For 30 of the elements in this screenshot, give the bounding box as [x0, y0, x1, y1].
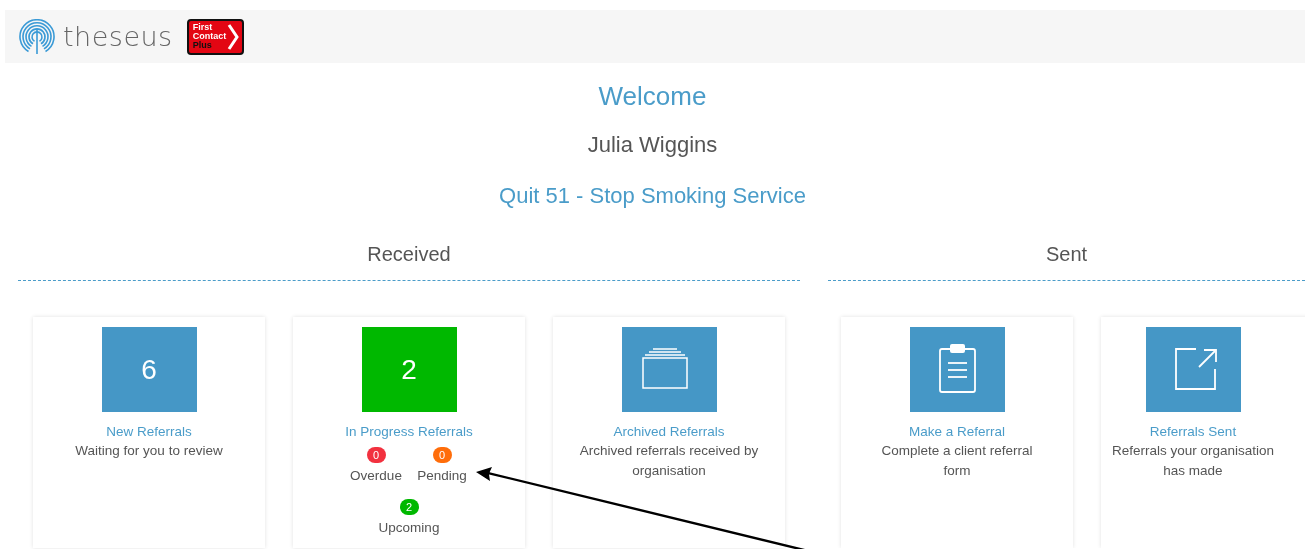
user-name: Julia Wiggins [586, 131, 719, 159]
maze-logo-icon [19, 18, 55, 55]
logo-text: First [192, 23, 214, 32]
card-description: Complete a client referral form [880, 442, 1034, 480]
card-link[interactable]: In Progress Referrals [345, 423, 473, 441]
icon-tile[interactable] [1145, 327, 1241, 412]
card-description: Referrals your organisation has made [1110, 442, 1276, 480]
count-badge: 2 [399, 499, 419, 515]
organisation-name: Quit 51 - Stop Smoking Service [498, 182, 807, 210]
counter-label: Pending [417, 467, 467, 485]
card-description: Waiting for you to review [74, 442, 224, 460]
welcome-heading: Welcome [597, 80, 708, 113]
brand-name: theseus [63, 21, 173, 52]
card-link[interactable]: Referrals Sent [1149, 423, 1237, 441]
logo-text: Plus [192, 41, 213, 50]
icon-tile[interactable] [909, 327, 1005, 412]
section-heading: Sent [828, 240, 1305, 281]
counter-label: Overdue [350, 467, 402, 485]
count-badge: 0 [366, 447, 386, 463]
card-link[interactable]: New Referrals [106, 423, 192, 441]
icon-tile[interactable] [621, 327, 717, 412]
card-link[interactable]: Archived Referrals [613, 423, 725, 441]
section-heading: Received [18, 240, 800, 281]
count-tile[interactable]: 2 [361, 327, 457, 412]
card-description: Archived referrals received by organisation [578, 442, 760, 480]
count-tile[interactable]: 6 [101, 327, 197, 412]
counter-label: Upcoming [378, 519, 440, 537]
logo-text: Contact [192, 32, 227, 41]
count-badge: 0 [432, 447, 452, 463]
card-link[interactable]: Make a Referral [908, 423, 1005, 441]
